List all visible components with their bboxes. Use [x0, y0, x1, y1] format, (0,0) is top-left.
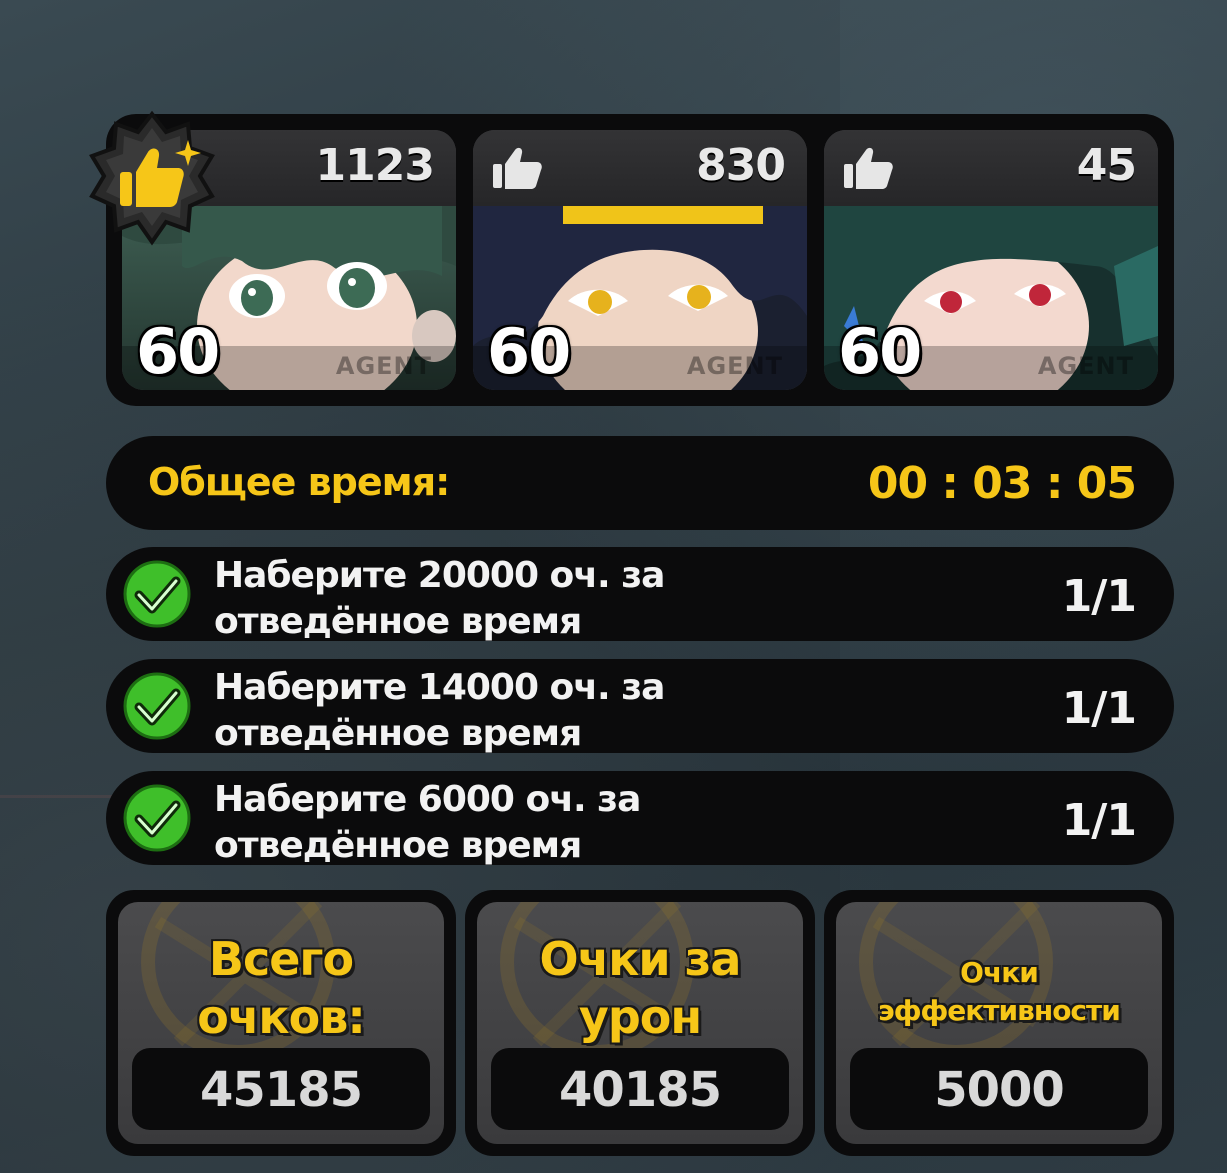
- total-score-value: 45185: [200, 1062, 363, 1118]
- damage-score-value: 40185: [559, 1062, 722, 1118]
- thumbs-up-icon: [844, 147, 893, 189]
- agent-tag-watermark: AGENT: [335, 352, 432, 380]
- agent-likes-count: 830: [696, 140, 786, 191]
- efficiency-score-value: 5000: [934, 1062, 1065, 1118]
- agent-squad-panel: 1123 60 AGENT 830 60 AGENT 45 60 AGENT: [106, 114, 1174, 406]
- agent-card-3[interactable]: 45 60 AGENT: [824, 130, 1158, 390]
- total-time-label: Общее время:: [148, 460, 450, 504]
- agent-level: 60: [838, 315, 922, 388]
- objective-row: Наберите 20000 оч. за отведённое время 1…: [106, 547, 1174, 642]
- checkmark-icon: [123, 672, 191, 740]
- agent-tag-watermark: AGENT: [1037, 352, 1134, 380]
- star-badge-icon: [89, 110, 215, 246]
- efficiency-score-title: Очки эффективности: [878, 956, 1121, 1027]
- agent-tag-watermark: AGENT: [686, 352, 783, 380]
- objective-progress: 1/1: [1061, 795, 1137, 846]
- checkmark-icon: [123, 560, 191, 628]
- checkmark-icon: [123, 784, 191, 852]
- damage-score-box: Очки за урон 40185: [465, 890, 815, 1156]
- score-value-box: 5000: [850, 1048, 1148, 1130]
- total-time-row: Общее время: 00 : 03 : 05: [106, 436, 1174, 530]
- objective-text: Наберите 14000 оч. за отведённое время: [214, 667, 665, 754]
- total-score-title: Всего очков:: [197, 932, 366, 1044]
- agent-likes-count: 1123: [315, 140, 435, 191]
- thumbs-up-icon: [493, 147, 542, 189]
- objective-text: Наберите 6000 оч. за отведённое время: [214, 779, 641, 866]
- objective-progress: 1/1: [1061, 683, 1137, 734]
- objective-text: Наберите 20000 оч. за отведённое время: [214, 555, 665, 642]
- score-value-box: 40185: [491, 1048, 789, 1130]
- total-time-value: 00 : 03 : 05: [867, 458, 1137, 509]
- agent-card-2[interactable]: 830 60 AGENT: [473, 130, 807, 390]
- objective-row: Наберите 6000 оч. за отведённое время 1/…: [106, 771, 1174, 866]
- objective-row: Наберите 14000 оч. за отведённое время 1…: [106, 659, 1174, 754]
- agent-level: 60: [136, 315, 220, 388]
- objective-progress: 1/1: [1061, 571, 1137, 622]
- score-value-box: 45185: [132, 1048, 430, 1130]
- efficiency-score-box: Очки эффективности 5000: [824, 890, 1174, 1156]
- damage-score-title: Очки за урон: [539, 932, 742, 1044]
- agent-level: 60: [487, 315, 571, 388]
- agent-likes-count: 45: [1076, 140, 1137, 191]
- total-score-box: Всего очков: 45185: [106, 890, 456, 1156]
